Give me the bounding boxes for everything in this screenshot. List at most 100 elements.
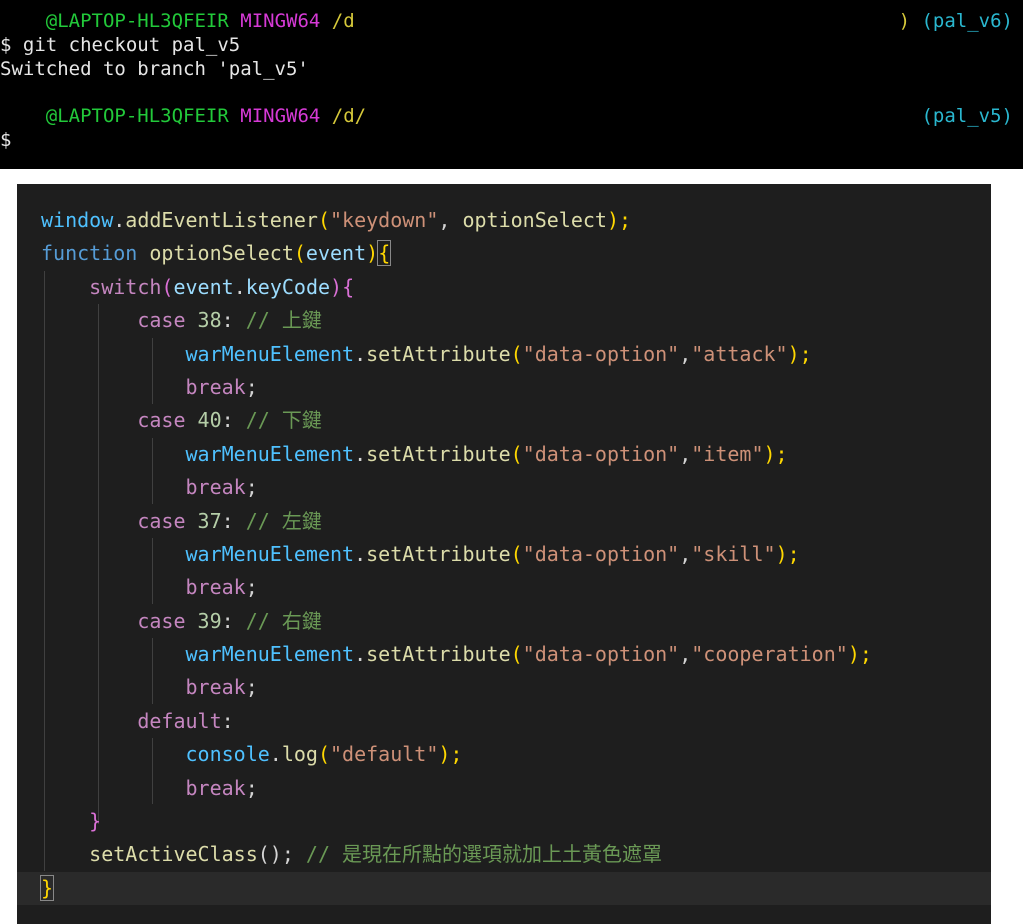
token: . bbox=[354, 341, 367, 366]
token: : bbox=[221, 708, 234, 733]
token: 39 bbox=[197, 608, 222, 633]
token: setAttribute bbox=[366, 642, 511, 667]
token: "data-option" bbox=[522, 642, 680, 667]
prompt-branch-2: (pal_v5) bbox=[921, 104, 1013, 128]
code-editor[interactable]: window.addEventListener("keydown", optio… bbox=[17, 184, 991, 924]
token: : bbox=[221, 508, 234, 533]
token: case bbox=[137, 608, 186, 633]
token: case bbox=[137, 508, 186, 533]
token: (); bbox=[257, 842, 294, 867]
token: break bbox=[185, 475, 246, 500]
code-line-2: function optionSelect(event){ bbox=[41, 237, 872, 270]
token: case bbox=[137, 408, 186, 433]
code-line-case-40: case 40: // 下鍵 bbox=[41, 404, 872, 437]
prompt-path: /d bbox=[331, 10, 355, 32]
token: ); bbox=[763, 441, 788, 466]
token: : bbox=[221, 408, 234, 433]
token: : bbox=[221, 308, 234, 333]
prompt-branch-name: (pal_v6) bbox=[921, 10, 1013, 32]
token: "cooperation" bbox=[691, 642, 848, 667]
terminal-command: $ git checkout pal_v5 bbox=[0, 34, 241, 56]
token: break bbox=[185, 775, 246, 800]
code-line-case-38: case 38: // 上鍵 bbox=[41, 304, 872, 337]
token: switch bbox=[89, 274, 162, 299]
terminal-input-prompt[interactable]: $ bbox=[0, 128, 11, 152]
prompt-path: /d/ bbox=[331, 105, 367, 127]
token: , bbox=[438, 208, 463, 232]
terminal-output: Switched to branch 'pal_v5' bbox=[0, 58, 309, 80]
token: case bbox=[137, 308, 186, 333]
prompt-user-host: @LAPTOP-HL3QFEIR bbox=[45, 105, 229, 127]
token: addEventListener bbox=[125, 208, 318, 232]
token: window bbox=[41, 208, 114, 232]
token: "attack" bbox=[691, 341, 788, 366]
prompt-branch-name: (pal_v5) bbox=[921, 105, 1013, 127]
token: optionSelect bbox=[462, 208, 607, 232]
token: ); bbox=[847, 642, 872, 667]
code-line-close-function: } bbox=[39, 872, 872, 905]
code-line-break: break; bbox=[41, 471, 872, 504]
code-line-3: switch(event.keyCode){ bbox=[41, 271, 872, 304]
token: { bbox=[342, 274, 355, 299]
token: . bbox=[354, 441, 367, 466]
token: event bbox=[173, 274, 234, 299]
code-line-break: break; bbox=[41, 671, 872, 704]
token: . bbox=[269, 742, 282, 767]
code-line-console-log: console.log("default"); bbox=[41, 738, 872, 771]
token: ); bbox=[438, 742, 463, 767]
token: , bbox=[679, 441, 692, 466]
token: function bbox=[41, 241, 138, 266]
token: "data-option" bbox=[522, 341, 680, 366]
token: 37 bbox=[197, 508, 222, 533]
terminal-panel[interactable]: @LAPTOP-HL3QFEIR MINGW64 /d ) (pal_v6) $… bbox=[0, 0, 1023, 169]
token: setAttribute bbox=[366, 441, 511, 466]
code-line-break: break; bbox=[41, 371, 872, 404]
code-line-case-37: case 37: // 左鍵 bbox=[41, 505, 872, 538]
code-line-set-active-class: setActiveClass(); // 是現在所點的選項就加上土黃色遮罩 bbox=[41, 838, 872, 871]
code-comment: // 上鍵 bbox=[245, 308, 322, 333]
code-line-break: break; bbox=[41, 571, 872, 604]
token: 38 bbox=[197, 308, 222, 333]
token: keyCode bbox=[245, 274, 331, 299]
code-line-break: break; bbox=[41, 772, 872, 805]
token: 40 bbox=[197, 408, 222, 433]
token: . bbox=[354, 642, 367, 667]
code-comment: // 左鍵 bbox=[245, 508, 322, 533]
token: setAttribute bbox=[366, 541, 511, 566]
token: ; bbox=[245, 374, 258, 399]
token: setActiveClass bbox=[89, 842, 258, 867]
code-content[interactable]: window.addEventListener("keydown", optio… bbox=[39, 204, 872, 905]
token: . bbox=[233, 274, 246, 299]
code-comment: // 是現在所點的選項就加上土黃色遮罩 bbox=[305, 842, 663, 867]
token: event bbox=[305, 241, 367, 266]
token: ; bbox=[245, 675, 258, 700]
token: "keydown" bbox=[330, 208, 439, 232]
token: } bbox=[89, 809, 102, 834]
token: ; bbox=[245, 775, 258, 800]
code-line-set-cooperation: warMenuElement.setAttribute("data-option… bbox=[41, 638, 872, 671]
token: ( bbox=[293, 241, 306, 266]
code-line-default: default: bbox=[41, 705, 872, 738]
token: setAttribute bbox=[366, 341, 511, 366]
token: warMenuElement bbox=[185, 541, 355, 566]
token: break bbox=[185, 374, 246, 399]
token: break bbox=[185, 575, 246, 600]
token: log bbox=[281, 742, 318, 767]
code-line-case-39: case 39: // 右鍵 bbox=[41, 605, 872, 638]
code-line-set-skill: warMenuElement.setAttribute("data-option… bbox=[41, 538, 872, 571]
token: ); bbox=[787, 341, 812, 366]
token: warMenuElement bbox=[185, 642, 355, 667]
token: "default" bbox=[330, 742, 439, 767]
token: default bbox=[137, 708, 222, 733]
token: ) bbox=[330, 274, 343, 299]
token: , bbox=[679, 341, 692, 366]
token: ( bbox=[317, 208, 330, 232]
token: ( bbox=[317, 742, 331, 767]
token: , bbox=[679, 642, 692, 667]
bracket-match: { bbox=[377, 240, 392, 267]
code-comment: // 右鍵 bbox=[245, 608, 322, 633]
terminal-prompt-line-2: @LAPTOP-HL3QFEIR MINGW64 /d/ bbox=[0, 104, 366, 128]
token: "data-option" bbox=[522, 541, 680, 566]
token: "data-option" bbox=[522, 441, 680, 466]
token: : bbox=[221, 608, 234, 633]
